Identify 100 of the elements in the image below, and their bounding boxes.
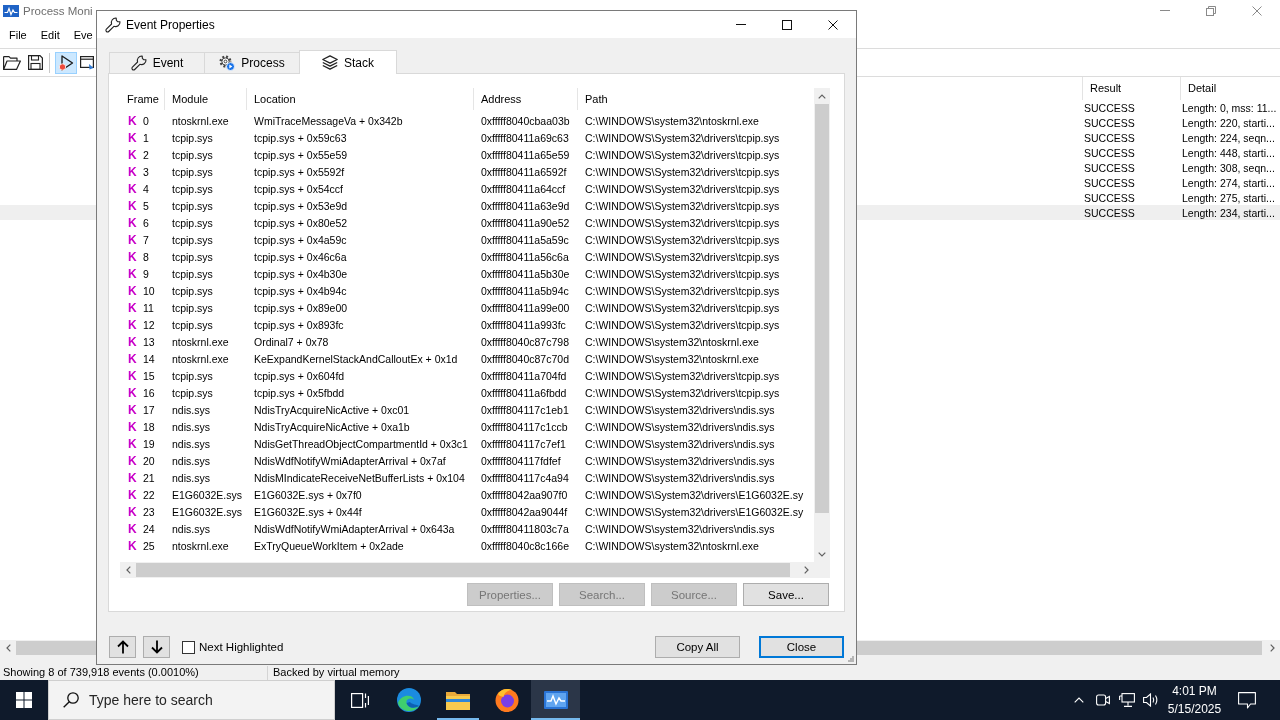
frame-number: 0 (143, 114, 149, 127)
module-name: ndis.sys (172, 522, 210, 535)
location-text: tcpip.sys + 0x4b30e (254, 267, 348, 280)
maximize-icon[interactable] (782, 19, 792, 30)
address-text: 0xfffff80411a5a59c (481, 233, 569, 246)
window-icon[interactable] (80, 55, 94, 70)
module-name: tcpip.sys (172, 284, 213, 297)
location-text: tcpip.sys + 0x54ccf (254, 182, 343, 195)
location-text: tcpip.sys + 0x4a59c (254, 233, 347, 246)
menu-item[interactable]: File (9, 28, 27, 41)
scrollbar-thumb[interactable] (815, 104, 829, 513)
previous-event-button[interactable] (109, 636, 136, 658)
module-name: ntoskrnl.exe (172, 539, 229, 552)
module-name: tcpip.sys (172, 199, 213, 212)
column-header[interactable]: Location (247, 88, 474, 110)
frame-number: 20 (143, 454, 155, 467)
location-text: NdisWdfNotifyWmiAdapterArrival + 0x7af (254, 454, 446, 467)
frame-type-label: K (128, 113, 137, 128)
file-path: C:\WINDOWS\system32\drivers\ndis.sys (585, 471, 775, 484)
module-name: tcpip.sys (172, 369, 213, 382)
vertical-scrollbar[interactable] (814, 88, 830, 562)
address-text: 0xfffff8040cbaa03b (481, 114, 570, 127)
file-path: C:\WINDOWS\system32\drivers\ndis.sys (585, 522, 775, 535)
location-text: tcpip.sys + 0x80e52 (254, 216, 348, 229)
frame-type-label: K (128, 385, 137, 400)
checkbox[interactable] (182, 640, 195, 654)
dialog-button[interactable]: Close (759, 636, 844, 658)
frame-number: 8 (143, 250, 149, 263)
open-folder-icon[interactable] (3, 55, 21, 70)
column-header[interactable]: Detail (1180, 77, 1280, 100)
frame-type-label: K (128, 317, 137, 332)
frame-number: 25 (143, 539, 155, 552)
restore-icon[interactable] (1206, 5, 1216, 16)
location-text: NdisMIndicateReceiveNetBufferLists + 0x104 (254, 471, 465, 484)
column-header[interactable]: Frame (120, 88, 165, 110)
frame-number: 3 (143, 165, 149, 178)
wrench-icon (130, 55, 147, 71)
module-name: tcpip.sys (172, 165, 213, 178)
swirl-browser-icon (396, 688, 421, 712)
frame-type-label: K (128, 249, 137, 264)
address-text: 0xfffff80411a993fc (481, 318, 566, 331)
scroll-up-icon[interactable] (818, 93, 826, 99)
speaker-icon[interactable] (1143, 693, 1159, 707)
horizontal-scrollbar[interactable] (120, 562, 814, 578)
camera-icon[interactable] (1096, 693, 1110, 707)
frame-number: 1 (143, 131, 149, 144)
frame-number: 15 (143, 369, 155, 382)
file-path: C:\WINDOWS\System32\drivers\tcpip.sys (585, 369, 780, 382)
clock-date[interactable]: 5/15/2025 (1167, 701, 1222, 717)
frame-type-label: K (128, 181, 137, 196)
tab[interactable]: Stack (299, 50, 397, 74)
frame-number: 11 (143, 301, 154, 314)
notification-icon[interactable] (1238, 691, 1256, 709)
scroll-left-icon[interactable] (125, 566, 131, 574)
detail-text: Length: 275, starti... (1181, 191, 1276, 204)
file-path: C:\WINDOWS\System32\drivers\tcpip.sys (585, 386, 780, 399)
close-icon[interactable] (828, 19, 838, 30)
result-text: SUCCESS (1083, 176, 1136, 189)
address-text: 0xfffff80411a99e00 (481, 301, 570, 314)
chevron-up-icon[interactable] (1074, 697, 1084, 703)
module-name: E1G6032E.sys (172, 488, 243, 501)
capture-icon[interactable] (55, 51, 77, 74)
clock-time[interactable]: 4:01 PM (1172, 683, 1217, 699)
dialog-title: Event Properties (126, 17, 215, 32)
file-path: C:\WINDOWS\system32\ntoskrnl.exe (585, 335, 759, 348)
address-text: 0xfffff804117c1eb1 (481, 403, 569, 416)
next-event-button[interactable] (143, 636, 170, 658)
module-name: ndis.sys (172, 471, 210, 484)
address-text: 0xfffff80411a56c6a (481, 250, 569, 263)
network-icon[interactable] (1119, 693, 1135, 707)
column-header[interactable]: Address (474, 88, 578, 110)
file-path: C:\WINDOWS\System32\drivers\E1G6032E.sy (585, 488, 804, 501)
taskbar-button[interactable] (531, 680, 580, 720)
frame-number: 21 (143, 471, 155, 484)
tab[interactable]: Process (204, 52, 300, 73)
menu-item[interactable]: Eve (73, 28, 93, 41)
scroll-right-icon[interactable] (803, 566, 809, 574)
address-text: 0xfffff80411a5b30e (481, 267, 570, 280)
scroll-down-icon[interactable] (818, 551, 826, 557)
checkbox-label[interactable]: Next Highlighted (199, 641, 284, 653)
windows-logo-icon[interactable] (16, 692, 32, 708)
detail-text: Length: 234, starti... (1181, 206, 1276, 219)
detail-text: Length: 220, starti... (1181, 116, 1276, 129)
frame-type-label: K (128, 198, 137, 213)
frame-number: 17 (143, 403, 155, 416)
scroll-right-icon[interactable] (1269, 644, 1275, 652)
scroll-left-icon[interactable] (5, 644, 11, 652)
column-header[interactable]: Module (165, 88, 247, 110)
resize-grip-icon[interactable] (848, 656, 854, 662)
frame-number: 14 (143, 352, 155, 365)
column-header[interactable]: Path (578, 88, 814, 110)
dialog-button[interactable]: Save... (743, 583, 829, 606)
tab[interactable]: Event (109, 52, 205, 73)
dialog-button[interactable]: Copy All (655, 636, 740, 658)
menu-item[interactable]: Edit (40, 28, 60, 41)
search-field[interactable]: Type here to search (48, 680, 335, 720)
column-header[interactable]: Result (1082, 77, 1180, 100)
scrollbar-thumb[interactable] (136, 563, 790, 577)
frame-type-label: K (128, 402, 137, 417)
frame-type-label: K (128, 538, 137, 553)
